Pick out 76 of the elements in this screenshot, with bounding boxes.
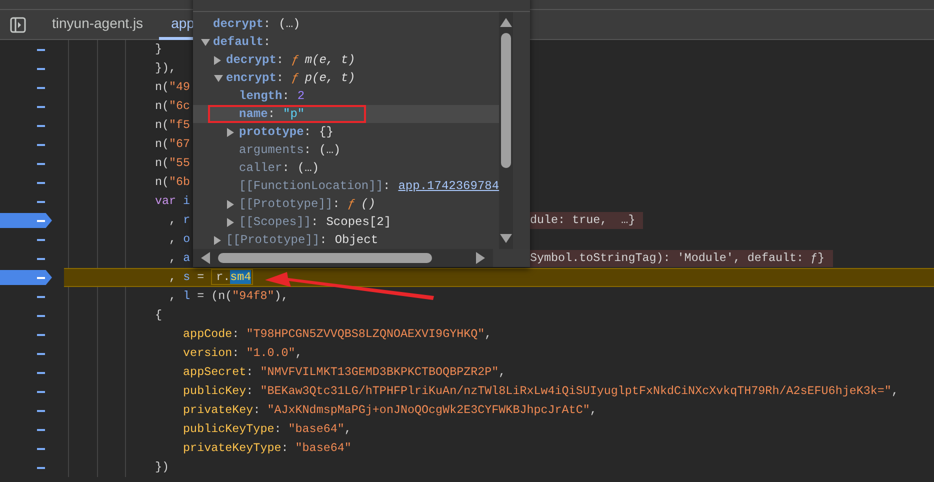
property-row[interactable]: length: 2 [193,87,500,105]
collapsed-triangle-icon[interactable] [214,236,221,244]
scroll-right-icon[interactable] [476,252,485,264]
line-marker-icon [37,49,45,50]
code-line: n("55 [155,155,190,172]
line-marker-icon [37,277,45,278]
line-marker-icon [37,410,45,412]
code-line: n("49 [155,79,190,96]
sidebar-toggle-icon[interactable] [10,16,26,32]
vertical-scrollbar[interactable] [499,12,514,249]
property-row[interactable]: [[Prototype]]: ƒ () [193,195,500,213]
scroll-up-icon[interactable] [500,18,512,27]
source-link[interactable]: app.1742369784 [398,179,500,193]
line-marker-icon [37,429,45,430]
property-row[interactable]: decrypt: ƒ m(e, t) [193,51,500,69]
scroll-down-icon[interactable] [500,234,512,243]
inline-value: dule: true, …} [530,212,644,229]
property-row[interactable]: caller: (…) [193,159,500,177]
line-marker-icon [37,125,45,126]
scroll-left-icon[interactable] [201,252,210,264]
line-marker-icon [37,106,45,108]
line-marker-icon [37,391,45,392]
code-line: n("67 [155,136,190,153]
line-marker-icon [37,448,45,450]
code-line: var i [155,193,190,210]
code-line: appCode: "T98HPCGN5ZVVQBS8LZQNOAEXVI9GYHKQ", [182,326,492,343]
code-line: , r [168,212,190,229]
file-tab[interactable]: tinyun-agent.js [40,10,156,40]
collapsed-triangle-icon[interactable] [214,56,221,64]
code-line: appSecret: "NMVFVILMKT13GEMD3BKPKCTBOQBPZR2P", [182,364,506,381]
code-line: publicKey: "BEKaw3Qtc31LG/hTPHFPlriKuAn/nzTWl8LiRxLw4iQiSUIyuglptFxNkdCiNXcXvkqTH79Rh/A2sEFU6hjeK3k=", [182,383,898,400]
code-line: }) [155,459,170,476]
code-line: privateKey: "AJxKNdmspMaPGj+onJNoQOcgWk2E3CYFWKBJhpcJrAtC", [182,402,597,419]
code-line: , s = r.sm4 [168,268,254,287]
code-line: privateKeyType: "base64" [182,440,352,457]
line-marker-icon [37,182,45,184]
line-marker-icon [37,68,45,70]
property-row[interactable]: encrypt: ƒ p(e, t) [193,69,500,87]
line-marker-icon [37,372,45,374]
inline-value: Symbol.toStringTag): 'Module', default: ƒ} [530,250,833,267]
code-line: n("6b [155,174,190,191]
line-marker-icon [37,201,45,202]
property-row[interactable]: [[Prototype]]: Object [193,231,500,249]
code-line: , l = (n("94f8"), [168,288,288,305]
code-line: version: "1.0.0", [182,345,302,362]
code-line: publicKeyType: "base64", [182,421,352,438]
code-line: , o [168,231,190,248]
property-row[interactable]: arguments: (…) [193,141,500,159]
breakpoint-marker[interactable] [0,213,52,228]
line-marker-icon [37,334,45,336]
collapsed-triangle-icon[interactable] [227,128,234,136]
code-line: n("6c [155,98,190,115]
code-line: n("f5 [155,117,190,134]
expanded-triangle-icon[interactable] [201,38,210,46]
code-line: }), [155,60,176,77]
line-marker-icon [37,258,45,260]
line-marker-icon [37,239,45,240]
code-line: { [155,307,162,324]
property-row[interactable]: [[FunctionLocation]]: app.1742369784 [193,177,500,195]
property-row[interactable]: [[Scopes]]: Scopes[2] [193,213,500,231]
line-marker-icon [37,144,45,146]
line-marker-icon [37,296,45,298]
collapsed-triangle-icon[interactable] [227,218,234,226]
line-marker-icon [37,220,45,222]
expanded-triangle-icon[interactable] [214,74,223,82]
code-line: } [155,41,162,58]
collapsed-triangle-icon[interactable] [227,200,234,208]
line-marker-icon [37,467,45,468]
property-row[interactable]: prototype: {} [193,123,500,141]
code-line: , a [168,250,190,267]
line-marker-icon [37,353,45,354]
horizontal-scrollbar[interactable] [193,249,493,267]
line-marker-icon [37,315,45,316]
line-marker-icon [37,87,45,88]
line-marker-icon [37,163,45,164]
breakpoint-marker[interactable] [0,270,52,285]
